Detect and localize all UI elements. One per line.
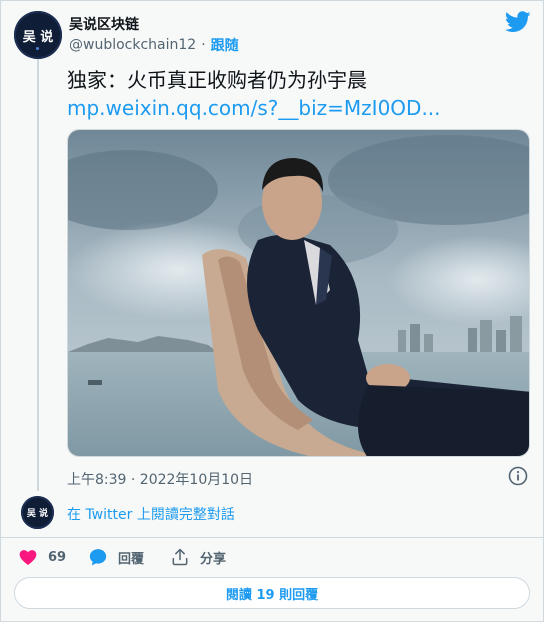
heart-icon: [19, 550, 37, 565]
embedded-tweet-card: 吴 说 吴说区块链 @wublockchain12 · 跟随 独家：火币真正收购…: [0, 0, 544, 622]
info-icon[interactable]: [508, 466, 528, 486]
thread-avatar-text: 吴 说: [26, 509, 49, 519]
reply-label: 回覆: [118, 551, 145, 567]
speech-bubble-icon: [89, 549, 107, 566]
tweet-photo[interactable]: [67, 129, 530, 457]
avatar-text: 吴 说: [22, 29, 54, 45]
read-replies-button[interactable]: 閱讀 19 則回覆: [14, 577, 530, 609]
share-label: 分享: [200, 551, 227, 567]
divider: [1, 537, 543, 538]
tweet-timestamp[interactable]: 上午8:39 · 2022年10月10日: [67, 469, 253, 489]
avatar[interactable]: 吴 说: [14, 11, 62, 59]
like-count: 69: [48, 549, 67, 565]
handle-separator: ·: [201, 37, 206, 53]
tweet-text: 独家：火币真正收购者仍为孙宇晨: [67, 68, 367, 92]
thread-avatar[interactable]: 吴 说: [21, 496, 54, 529]
like-button[interactable]: 69: [18, 547, 66, 567]
share-icon: [172, 548, 188, 566]
handle-row: @wublockchain12 · 跟随: [69, 35, 239, 55]
reply-button[interactable]: 回覆: [88, 547, 144, 567]
display-name[interactable]: 吴说区块链: [69, 14, 139, 34]
user-handle[interactable]: @wublockchain12: [69, 37, 196, 53]
twitter-bird-icon[interactable]: [505, 11, 531, 33]
follow-link[interactable]: 跟随: [211, 35, 239, 55]
read-full-conversation-link[interactable]: 在 Twitter 上閱讀完整對話: [67, 504, 235, 524]
thread-connector-line: [37, 59, 39, 491]
photo-illustration: [68, 130, 529, 456]
read-replies-label: 閱讀 19 則回覆: [225, 587, 319, 603]
tweet-link[interactable]: mp.weixin.qq.com/s?__biz=MzI0OD...: [67, 96, 441, 120]
share-button[interactable]: 分享: [170, 547, 226, 567]
